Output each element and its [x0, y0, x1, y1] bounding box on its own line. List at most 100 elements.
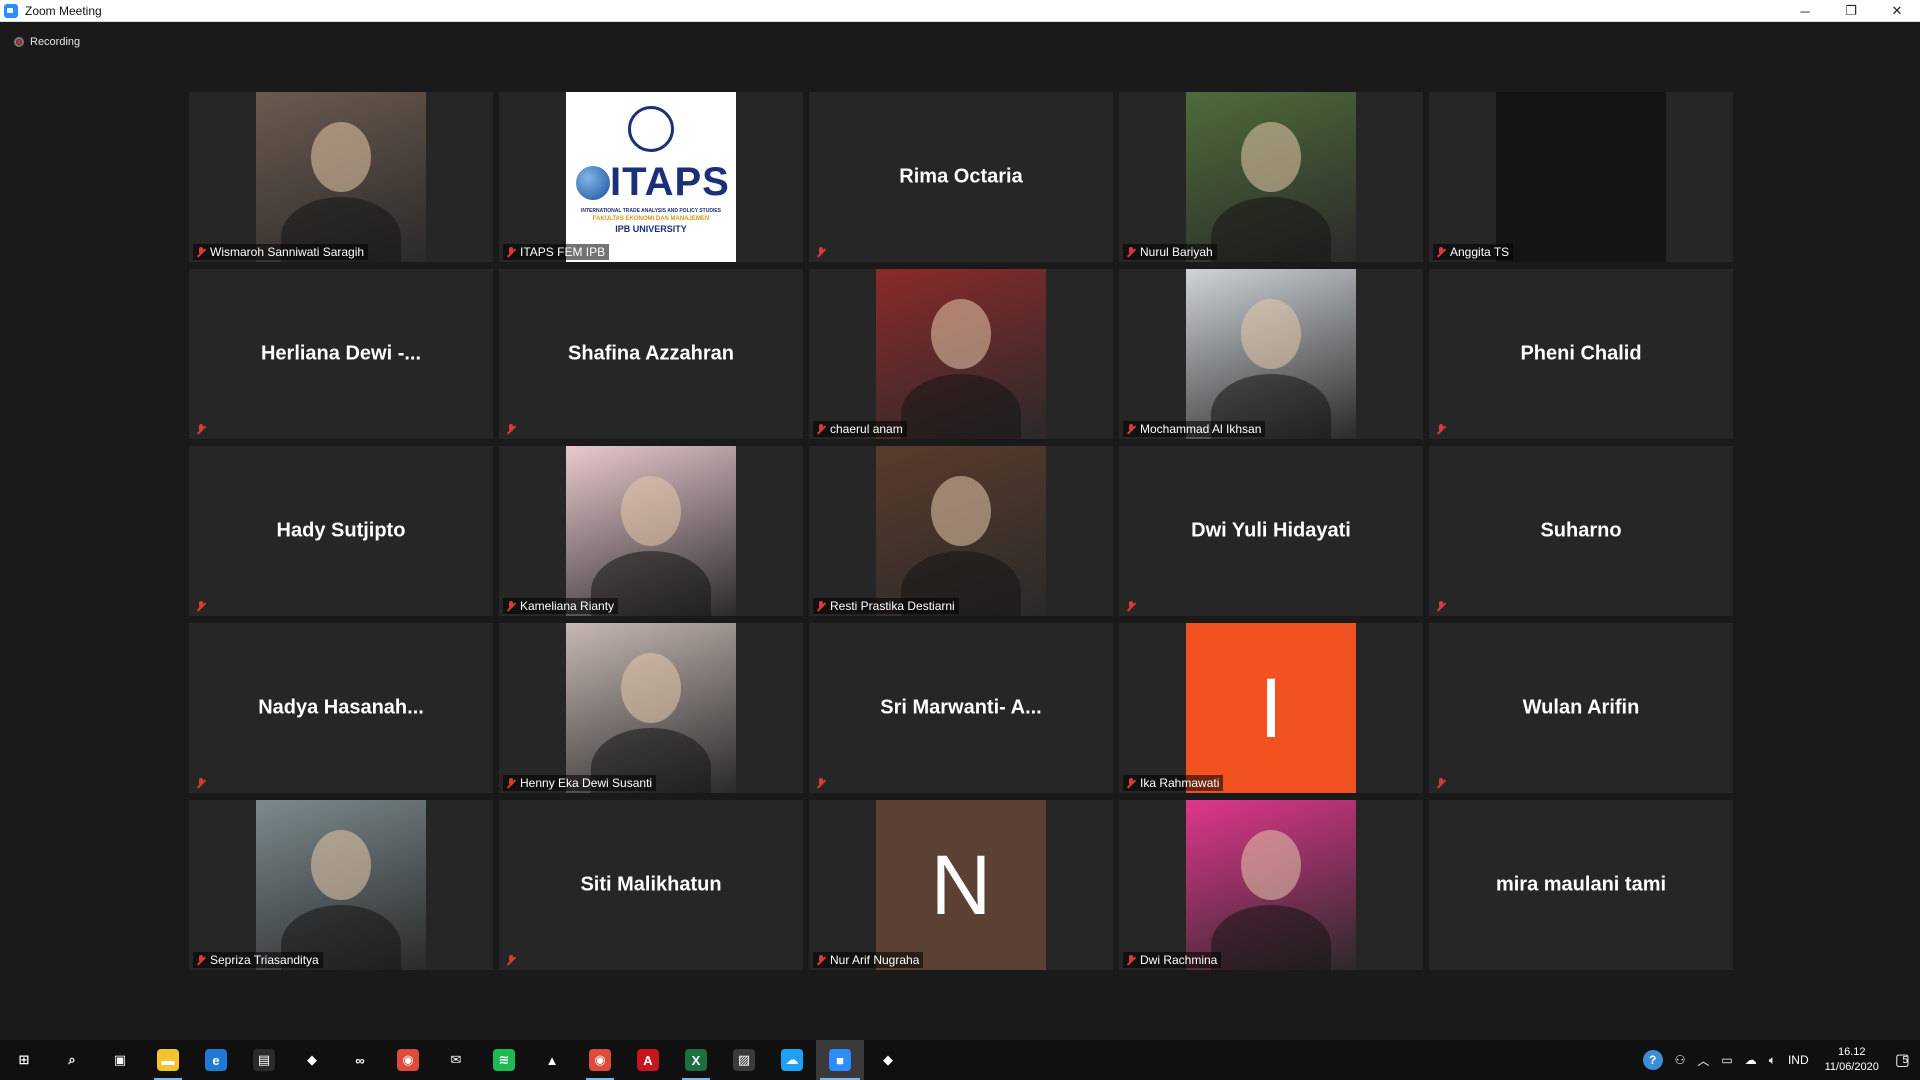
participant-tile-suharno[interactable]: Suharno [1429, 446, 1733, 616]
participant-label [193, 599, 211, 614]
windows-logo-icon: ⊞ [18, 1052, 30, 1067]
participant-tile-henny-eka-dewi-susanti[interactable]: Henny Eka Dewi Susanti [499, 623, 803, 793]
muted-mic-icon [505, 246, 517, 259]
taskbar-onedrive-app-button[interactable]: ☁ [768, 1040, 816, 1080]
participant-tile-rima-octaria[interactable]: Rima Octaria [809, 92, 1113, 262]
clock[interactable]: 16.12 11/06/2020 [1815, 1045, 1889, 1075]
people-icon[interactable]: ⚇ [1669, 1053, 1692, 1067]
participant-tile-sri-marwanti-a[interactable]: Sri Marwanti- A... [809, 623, 1113, 793]
person-silhouette-icon [1241, 299, 1301, 369]
system-tray: ? ⚇ ︿ ▭ ☁ 🔈︎ IND 16.12 11/06/2020 ▢ 5 [1637, 1040, 1920, 1080]
taskbar-infinity-button[interactable]: ∞ [336, 1040, 384, 1080]
participant-tile-resti-prastika-destiarni[interactable]: Resti Prastika Destiarni [809, 446, 1113, 616]
participant-label: Dwi Rachmina [1123, 952, 1222, 968]
participant-tile-hady-sutjipto[interactable]: Hady Sutjipto [189, 446, 493, 616]
taskbar-spotify-button[interactable]: ≋ [480, 1040, 528, 1080]
participant-label: Ika Rahmawati [1123, 775, 1224, 791]
network-icon[interactable]: ▭ [1715, 1053, 1738, 1067]
participant-tile-dwi-rachmina[interactable]: Dwi Rachmina [1119, 800, 1423, 970]
participant-tile-shafina-azzahran[interactable]: Shafina Azzahran [499, 269, 803, 439]
participant-label [503, 422, 521, 437]
participant-video [876, 446, 1046, 616]
participant-display-name: Dwi Yuli Hidayati [1191, 519, 1351, 542]
participant-tile-itaps-fem-ipb[interactable]: ITAPS INTERNATIONAL TRADE ANALYSIS AND PO… [499, 92, 803, 262]
notification-center[interactable]: ▢ 5 [1889, 1050, 1920, 1070]
participant-video [1186, 800, 1356, 970]
language-indicator[interactable]: IND [1782, 1053, 1815, 1067]
chrome-profile-icon: ◉ [589, 1049, 611, 1071]
taskbar-edge-button[interactable]: e [192, 1040, 240, 1080]
participant-tile-nadya-hasanah[interactable]: Nadya Hasanah... [189, 623, 493, 793]
taskbar-start-button[interactable]: ⊞ [0, 1040, 48, 1080]
participant-tile-dwi-yuli-hidayati[interactable]: Dwi Yuli Hidayati [1119, 446, 1423, 616]
participant-name: Henny Eka Dewi Susanti [520, 776, 653, 790]
taskbar-store-button[interactable]: ▤ [240, 1040, 288, 1080]
muted-mic-icon [1435, 246, 1447, 259]
person-silhouette-icon [621, 476, 681, 546]
minimize-button[interactable]: ─ [1782, 0, 1828, 22]
participant-tile-siti-malikhatun[interactable]: Siti Malikhatun [499, 800, 803, 970]
participant-tile-nurul-bariyah[interactable]: Nurul Bariyah [1119, 92, 1423, 262]
participant-name: Anggita TS [1450, 245, 1510, 259]
participant-tile-mira-maulani-tami[interactable]: mira maulani tami [1429, 800, 1733, 970]
taskbar-acrobat-button[interactable]: A [624, 1040, 672, 1080]
participant-video [256, 92, 426, 262]
taskbar-photos-button[interactable]: ▨ [720, 1040, 768, 1080]
muted-mic-icon [505, 954, 517, 967]
restore-button[interactable]: ❐ [1828, 0, 1874, 22]
zoom-icon: ■ [829, 1049, 851, 1071]
participant-tile-kameliana-rianty[interactable]: Kameliana Rianty [499, 446, 803, 616]
participant-video [1186, 269, 1356, 439]
onedrive-icon[interactable]: ☁ [1739, 1053, 1763, 1067]
participant-tile-chaerul-anam[interactable]: chaerul anam [809, 269, 1113, 439]
taskbar-chrome-button[interactable]: ◉ [384, 1040, 432, 1080]
muted-mic-icon [815, 246, 827, 259]
participant-label: Sepriza Triasanditya [193, 952, 323, 968]
taskbar-drive-button[interactable]: ▲ [528, 1040, 576, 1080]
participant-avatar: I [1186, 623, 1356, 793]
taskbar-file-explorer-button[interactable]: ▬ [144, 1040, 192, 1080]
show-hidden-icons-icon[interactable]: ︿ [1691, 1052, 1715, 1069]
taskbar-dropbox-button[interactable]: ◆ [288, 1040, 336, 1080]
muted-mic-icon [815, 777, 827, 790]
person-silhouette-icon [1241, 830, 1301, 900]
muted-mic-icon [505, 600, 517, 613]
taskbar-task-view-button[interactable]: ▣ [96, 1040, 144, 1080]
participant-tile-wismaroh-sanniwati-saragih[interactable]: Wismaroh Sanniwati Saragih [189, 92, 493, 262]
participant-label [1123, 599, 1141, 614]
participant-label: Henny Eka Dewi Susanti [503, 775, 657, 791]
person-silhouette-icon [931, 476, 991, 546]
participant-tile-pheni-chalid[interactable]: Pheni Chalid [1429, 269, 1733, 439]
participant-name: chaerul anam [830, 422, 903, 436]
ipb-seal-icon [628, 106, 674, 152]
muted-mic-icon [1125, 600, 1137, 613]
infinity-icon: ∞ [355, 1052, 365, 1068]
participant-tile-ika-rahmawati[interactable]: I Ika Rahmawati [1119, 623, 1423, 793]
participant-tile-herliana-dewi[interactable]: Herliana Dewi -... [189, 269, 493, 439]
participant-tile-wulan-arifin[interactable]: Wulan Arifin [1429, 623, 1733, 793]
participant-tile-nur-arif-nugraha[interactable]: N Nur Arif Nugraha [809, 800, 1113, 970]
muted-mic-icon [1435, 600, 1447, 613]
participant-display-name: Pheni Chalid [1520, 342, 1642, 365]
taskbar-mail-button[interactable]: ✉ [432, 1040, 480, 1080]
muted-mic-icon [1125, 954, 1137, 967]
help-icon[interactable]: ? [1637, 1050, 1669, 1070]
participant-tile-sepriza-triasanditya[interactable]: Sepriza Triasanditya [189, 800, 493, 970]
taskbar-maps-button[interactable]: ◆ [864, 1040, 912, 1080]
participant-label [813, 776, 831, 791]
taskbar-chrome-2-button[interactable]: ◉ [576, 1040, 624, 1080]
participant-name: Wismaroh Sanniwati Saragih [210, 245, 365, 259]
participant-tile-anggita-ts[interactable]: Anggita TS [1429, 92, 1733, 262]
recording-indicator[interactable]: Recording [14, 36, 80, 48]
participant-label [193, 422, 211, 437]
taskbar-search-button[interactable]: ⌕ [48, 1040, 96, 1080]
taskbar-zoom-button[interactable]: ■ [816, 1040, 864, 1080]
participant-video-off [1496, 92, 1666, 262]
person-body-shape [1211, 905, 1331, 970]
participant-tile-mochammad-al-ikhsan[interactable]: Mochammad Al Ikhsan [1119, 269, 1423, 439]
taskbar-excel-button[interactable]: X [672, 1040, 720, 1080]
close-button[interactable]: ✕ [1874, 0, 1920, 22]
muted-mic-icon [1125, 423, 1137, 436]
volume-icon[interactable]: 🔈︎ [1763, 1053, 1782, 1068]
participant-label: Anggita TS [1433, 244, 1514, 260]
